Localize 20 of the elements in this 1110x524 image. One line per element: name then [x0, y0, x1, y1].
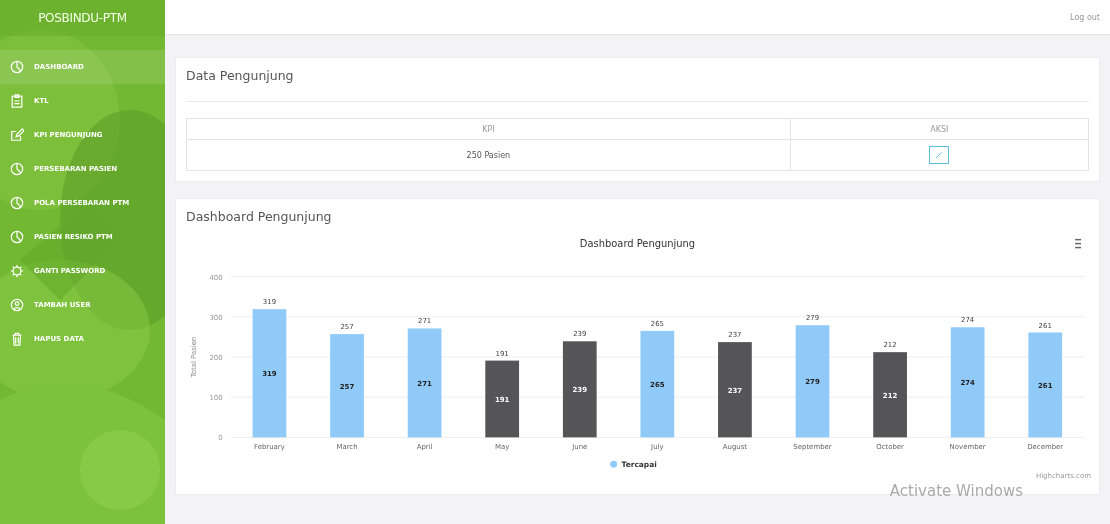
pie-chart-icon: [10, 196, 24, 210]
logout-link[interactable]: Log out: [1070, 12, 1100, 22]
chart-title: Dashboard Pengunjung: [579, 237, 696, 249]
table-cell: 250 Pasien: [186, 139, 791, 171]
card-title: Dashboard Pengunjung: [186, 209, 333, 224]
pie-chart-icon: [10, 230, 24, 244]
edit-icon: [10, 128, 24, 142]
column-header: KPI: [186, 118, 791, 140]
activation-notice: Activate Windows: [889, 482, 1023, 500]
settings-icon: [10, 264, 24, 278]
menu-icon[interactable]: [1075, 238, 1082, 249]
pie-chart-icon: [10, 162, 24, 176]
app-title: POSBINDU-PTM: [37, 10, 128, 27]
column-header: AKSI: [790, 118, 1089, 140]
pencil-icon: [935, 151, 944, 159]
user-icon: [10, 298, 24, 312]
clipboard-icon: [10, 94, 24, 108]
card-title: Data Pengunjung: [186, 68, 295, 83]
pie-chart-icon: [10, 60, 24, 74]
trash-icon: [10, 332, 24, 346]
